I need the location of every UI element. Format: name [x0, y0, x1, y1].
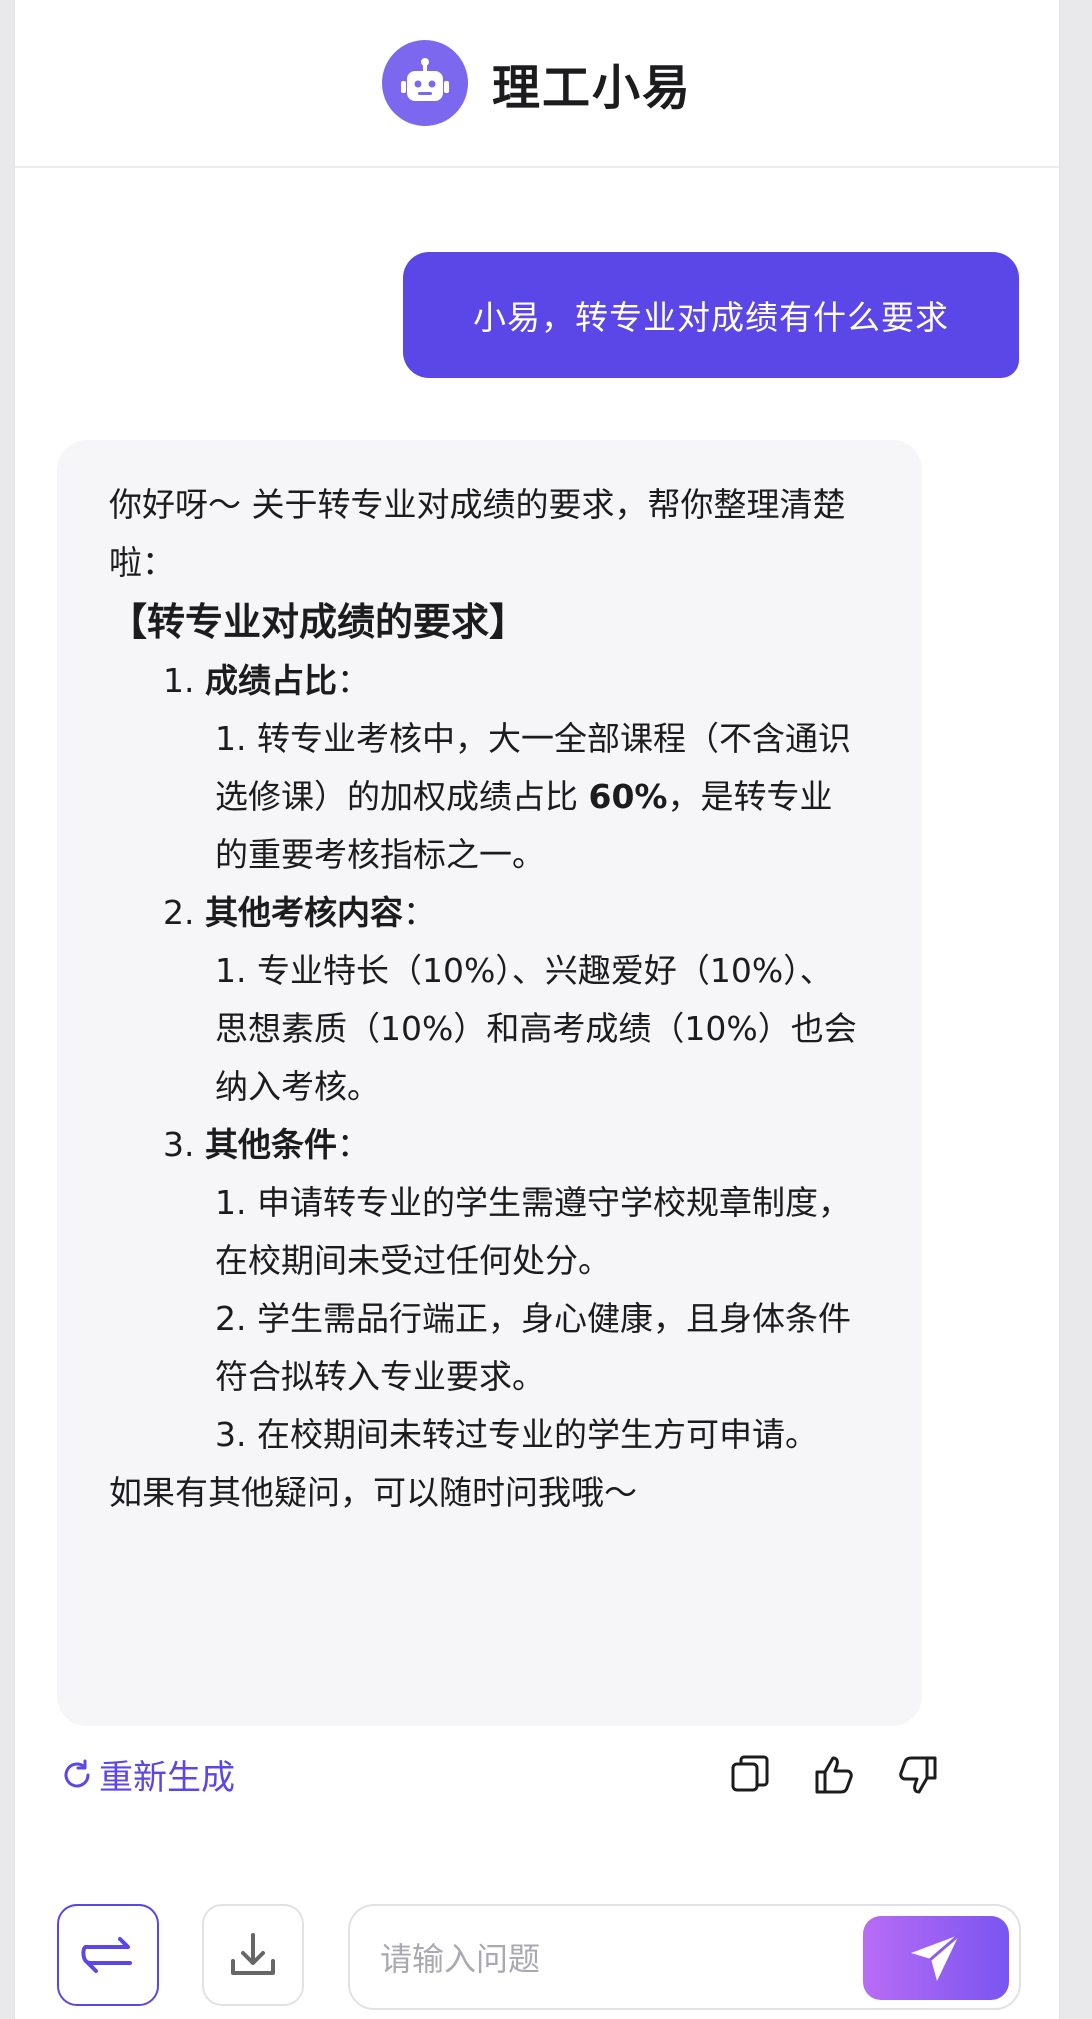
list-item: 2. 学生需品行端正，身心健康，且身体条件符合拟转入专业要求。: [109, 1290, 870, 1406]
switch-button[interactable]: [57, 1904, 159, 2006]
regenerate-label: 重新生成: [99, 1758, 235, 1798]
answer-heading: 【转专业对成绩的要求】: [109, 600, 528, 644]
chat-screen: 理工小易 小易，转专业对成绩有什么要求 你好呀～ 关于转专业对成绩的要求，帮你整…: [14, 0, 1060, 2019]
bot-outro-text: 如果有其他疑问，可以随时问我哦～: [109, 1473, 637, 1512]
section-colon: ：: [403, 893, 436, 932]
switch-icon: [81, 1937, 132, 1973]
bot-intro-text: 你好呀～ 关于转专业对成绩的要求，帮你整理清楚啦：: [109, 485, 846, 582]
download-button[interactable]: [202, 1904, 304, 2006]
section-title: 成绩占比: [205, 661, 337, 700]
robot-icon: [381, 40, 468, 126]
user-message-bubble: 小易，转专业对成绩有什么要求: [403, 252, 1019, 378]
send-button[interactable]: [863, 1916, 1009, 2000]
list-item: 1. 转专业考核中，大一全部课程（不含通识选修课）的加权成绩占比 60%，是转专…: [109, 710, 870, 884]
list-item: 1. 申请转专业的学生需遵守学校规章制度，在校期间未受过任何处分。: [109, 1174, 870, 1290]
copy-icon[interactable]: [727, 1752, 773, 1798]
message-actions: 重新生成: [59, 1750, 959, 1800]
regenerate-button[interactable]: 重新生成: [59, 1750, 235, 1799]
item-number: 1.: [215, 1183, 247, 1222]
section-number: 1.: [163, 661, 195, 700]
section-colon: ：: [337, 661, 370, 700]
item-number: 2.: [215, 1299, 247, 1338]
user-message-text: 小易，转专业对成绩有什么要求: [473, 298, 949, 337]
item-number: 1.: [215, 719, 247, 758]
question-input-container: [348, 1904, 1021, 2010]
bot-message-bubble: 你好呀～ 关于转专业对成绩的要求，帮你整理清楚啦： 【转专业对成绩的要求】 1.…: [57, 440, 922, 1726]
section-heading: 1. 成绩占比：: [109, 652, 870, 710]
section-title: 其他考核内容: [205, 893, 403, 932]
item-text: 在校期间未转过专业的学生方可申请。: [257, 1415, 818, 1454]
page-title: 理工小易: [491, 60, 692, 116]
composer: [15, 1904, 1059, 2010]
item-text: 学生需品行端正，身心健康，且身体条件符合拟转入专业要求。: [215, 1299, 851, 1396]
item-highlight: 60%: [588, 777, 668, 816]
refresh-icon: [64, 1759, 90, 1787]
item-text: 专业特长（10%）、兴趣爱好（10%）、思想素质（10%）和高考成绩（10%）也…: [215, 951, 857, 1106]
download-icon: [231, 1933, 275, 1975]
section-title: 其他条件: [205, 1125, 337, 1164]
section-colon: ：: [337, 1125, 370, 1164]
section-number: 2.: [163, 893, 195, 932]
question-input[interactable]: [378, 1930, 852, 1988]
item-text: 申请转专业的学生需遵守学校规章制度，在校期间未受过任何处分。: [215, 1183, 851, 1280]
thumbs-down-icon[interactable]: [895, 1752, 941, 1798]
list-item: 1. 专业特长（10%）、兴趣爱好（10%）、思想素质（10%）和高考成绩（10…: [109, 942, 870, 1116]
section-number: 3.: [163, 1125, 195, 1164]
header: 理工小易: [15, 0, 1059, 168]
list-item: 3. 在校期间未转过专业的学生方可申请。: [109, 1406, 870, 1464]
section-heading: 2. 其他考核内容：: [109, 884, 870, 942]
thumbs-up-icon[interactable]: [811, 1752, 857, 1798]
item-number: 1.: [215, 951, 247, 990]
item-number: 3.: [215, 1415, 247, 1454]
section-heading: 3. 其他条件：: [109, 1116, 870, 1174]
send-icon: [911, 1933, 961, 1981]
